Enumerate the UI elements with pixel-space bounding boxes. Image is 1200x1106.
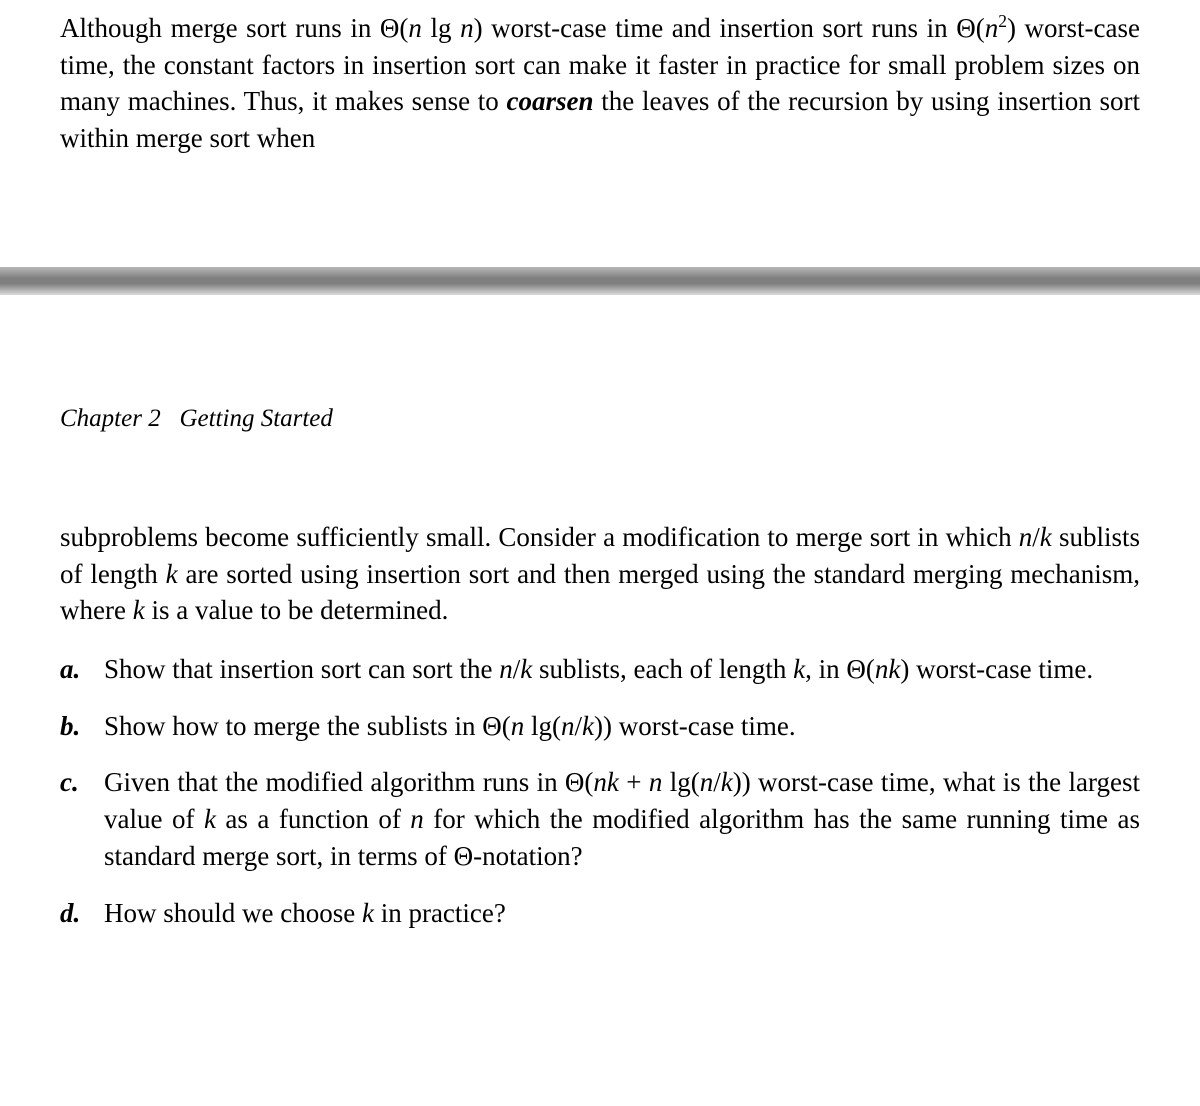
text: , in Θ( [805,654,875,684]
math-nk: nk [875,654,900,684]
text: + [619,767,649,797]
text: Although merge sort runs in Θ( [60,13,408,43]
text: )) worst-case time. [594,711,796,741]
text: ) worst-case time and insertion sort run… [474,13,985,43]
text: How should we choose [104,898,362,928]
math-k: k [133,595,145,625]
document-page: Although merge sort runs in Θ(n lg n) wo… [0,0,1200,961]
math-k: k [582,711,594,741]
math-k: k [520,654,532,684]
item-body: How should we choose k in practice? [104,895,1140,932]
text: Given that the modified algorithm runs i… [104,767,593,797]
math-k: k [204,804,216,834]
math-k: k [1040,522,1052,552]
text: Show how to merge the sublists in Θ( [104,711,511,741]
math-n: n [649,767,663,797]
math-n: n [511,711,525,741]
math-n: n [460,13,474,43]
math-n: n [499,654,513,684]
math-n: n [985,13,999,43]
text: in practice? [374,898,506,928]
chapter-number: Chapter 2 [60,405,161,432]
page-break-bar [0,267,1200,295]
text: / [713,767,721,797]
chapter-title: Getting Started [179,405,332,432]
list-item-d: d. How should we choose k in practice? [60,895,1140,932]
text: lg [422,13,460,43]
text: is a value to be determined. [145,595,449,625]
list-item-c: c. Given that the modified algorithm run… [60,764,1140,874]
math-k: k [362,898,374,928]
text: Show that insertion sort can sort the [104,654,499,684]
item-body: Given that the modified algorithm runs i… [104,764,1140,874]
text: / [575,711,583,741]
item-label: b. [60,708,104,745]
text: lg( [524,711,561,741]
problem-list: a. Show that insertion sort can sort the… [60,651,1140,931]
intro-paragraph: Although merge sort runs in Θ(n lg n) wo… [60,10,1140,157]
item-label: d. [60,895,104,932]
math-k: k [721,767,733,797]
item-label: a. [60,651,104,688]
continuation-paragraph: subproblems become sufficiently small. C… [60,519,1140,629]
item-label: c. [60,764,104,801]
chapter-header: Chapter 2 Getting Started [60,405,1140,433]
math-n: n [408,13,422,43]
text: subproblems become sufficiently small. C… [60,522,1019,552]
math-nk: nk [593,767,618,797]
item-body: Show that insertion sort can sort the n/… [104,651,1140,688]
list-item-a: a. Show that insertion sort can sort the… [60,651,1140,688]
math-exp-2: 2 [998,11,1007,31]
math-n: n [410,804,424,834]
emph-coarsen: coarsen [507,86,594,116]
math-k: k [793,654,805,684]
text: ) worst-case time. [900,654,1093,684]
math-n: n [700,767,714,797]
text: lg( [662,767,699,797]
page-top-fragment: Although merge sort runs in Θ(n lg n) wo… [0,0,1200,267]
math-k: k [166,559,178,589]
text: sublists, each of length [532,654,793,684]
list-item-b: b. Show how to merge the sublists in Θ(n… [60,708,1140,745]
text: / [1032,522,1040,552]
text: as a function of [216,804,410,834]
item-body: Show how to merge the sublists in Θ(n lg… [104,708,1140,745]
math-n: n [1019,522,1033,552]
page-bottom-fragment: Chapter 2 Getting Started subproblems be… [0,295,1200,961]
math-n: n [561,711,575,741]
